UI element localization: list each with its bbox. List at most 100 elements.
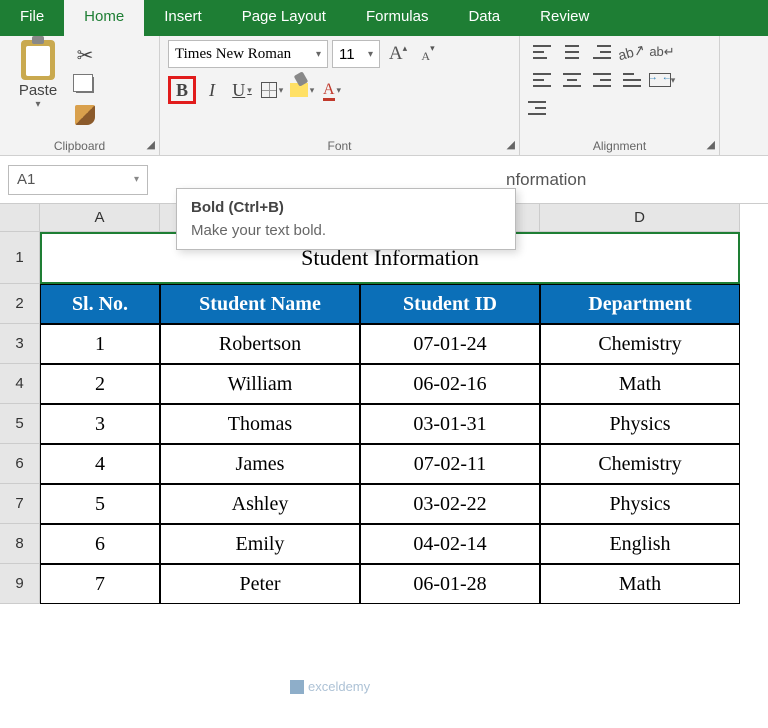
increase-font-button[interactable]: A▴	[384, 40, 412, 68]
header-name[interactable]: Student Name	[160, 284, 360, 324]
cell[interactable]: Peter	[160, 564, 360, 604]
cell[interactable]: 2	[40, 364, 160, 404]
font-name-dropdown[interactable]: Times New Roman▾	[168, 40, 328, 68]
spreadsheet-grid: 1 2 3 4 5 6 7 8 9 Student Information Sl…	[0, 232, 768, 604]
cell[interactable]: 07-01-24	[360, 324, 540, 364]
header-slno[interactable]: Sl. No.	[40, 284, 160, 324]
tab-formulas[interactable]: Formulas	[346, 0, 449, 36]
merge-center-button[interactable]: ▾	[648, 68, 676, 92]
name-box[interactable]: A1▾	[8, 165, 148, 195]
paste-button[interactable]: Paste ▾	[8, 40, 68, 110]
cell[interactable]: 07-02-11	[360, 444, 540, 484]
ribbon-body: Paste ▾ ✂ Clipboard ◢ Times New Roman▾ 1…	[0, 36, 768, 156]
cell[interactable]: Physics	[540, 404, 740, 444]
underline-button[interactable]: U▾	[228, 76, 256, 104]
header-dept[interactable]: Department	[540, 284, 740, 324]
merge-icon	[649, 73, 671, 87]
cell[interactable]: 5	[40, 484, 160, 524]
italic-button[interactable]: I	[198, 76, 226, 104]
row-header-3[interactable]: 3	[0, 324, 40, 364]
clipboard-icon	[21, 40, 55, 80]
cell[interactable]: 04-02-14	[360, 524, 540, 564]
font-color-button[interactable]: A▾	[318, 76, 346, 104]
cell[interactable]: Emily	[160, 524, 360, 564]
align-left-button[interactable]	[528, 68, 556, 92]
row-header-2[interactable]: 2	[0, 284, 40, 324]
group-label-font: Font	[168, 137, 511, 153]
header-id[interactable]: Student ID	[360, 284, 540, 324]
cell[interactable]: English	[540, 524, 740, 564]
align-bottom-button[interactable]	[588, 40, 616, 64]
cut-button[interactable]: ✂	[72, 44, 98, 66]
align-middle-button[interactable]	[558, 40, 586, 64]
tab-file[interactable]: File	[0, 0, 64, 36]
cell[interactable]: 06-02-16	[360, 364, 540, 404]
format-painter-button[interactable]	[72, 104, 98, 126]
select-all-corner[interactable]	[0, 204, 40, 232]
cell[interactable]: Robertson	[160, 324, 360, 364]
cell[interactable]: 03-02-22	[360, 484, 540, 524]
row-header-5[interactable]: 5	[0, 404, 40, 444]
row-header-1[interactable]: 1	[0, 232, 40, 284]
cell[interactable]: Thomas	[160, 404, 360, 444]
group-label-clipboard: Clipboard	[8, 137, 151, 153]
cell[interactable]: William	[160, 364, 360, 404]
cell[interactable]: 1	[40, 324, 160, 364]
cell[interactable]: Chemistry	[540, 444, 740, 484]
dialog-launcher-icon[interactable]: ◢	[507, 138, 515, 151]
formula-input[interactable]: nformation	[156, 170, 760, 190]
dialog-launcher-icon[interactable]: ◢	[147, 138, 155, 151]
cell[interactable]: 7	[40, 564, 160, 604]
fill-color-button[interactable]: ▾	[288, 76, 316, 104]
row-header-7[interactable]: 7	[0, 484, 40, 524]
cell[interactable]: 06-01-28	[360, 564, 540, 604]
cell[interactable]: James	[160, 444, 360, 484]
group-alignment: ab↗ ab↵ ▾ Alignment ◢	[520, 36, 720, 155]
cell[interactable]: 6	[40, 524, 160, 564]
bucket-icon	[290, 83, 308, 97]
align-top-button[interactable]	[528, 40, 556, 64]
decrease-font-button[interactable]: A▾	[414, 40, 442, 68]
tab-review[interactable]: Review	[520, 0, 609, 36]
copy-button[interactable]	[72, 74, 98, 96]
row-header-9[interactable]: 9	[0, 564, 40, 604]
wrap-text-button[interactable]: ab↵	[648, 40, 676, 64]
chevron-down-icon[interactable]: ▾	[35, 99, 40, 110]
table-row: 5Ashley03-02-22Physics	[40, 484, 740, 524]
align-center-button[interactable]	[558, 68, 586, 92]
tab-home[interactable]: Home	[64, 0, 144, 36]
group-clipboard: Paste ▾ ✂ Clipboard ◢	[0, 36, 160, 155]
increase-indent-button[interactable]	[528, 96, 546, 120]
scissors-icon: ✂	[77, 43, 94, 68]
cell[interactable]: Chemistry	[540, 324, 740, 364]
watermark: exceldemy	[290, 679, 370, 694]
row-header-6[interactable]: 6	[0, 444, 40, 484]
col-header-d[interactable]: D	[540, 204, 740, 232]
decrease-indent-button[interactable]	[618, 68, 646, 92]
tab-pagelayout[interactable]: Page Layout	[222, 0, 346, 36]
cell[interactable]: Ashley	[160, 484, 360, 524]
tab-insert[interactable]: Insert	[144, 0, 222, 36]
outdent-icon	[623, 73, 641, 87]
align-right-button[interactable]	[588, 68, 616, 92]
cell[interactable]: Physics	[540, 484, 740, 524]
row-header-8[interactable]: 8	[0, 524, 40, 564]
bold-button[interactable]: B	[168, 76, 196, 104]
cell[interactable]: Math	[540, 564, 740, 604]
borders-icon	[261, 82, 277, 98]
align-bottom-icon	[593, 45, 611, 59]
col-header-a[interactable]: A	[40, 204, 160, 232]
cell[interactable]: 03-01-31	[360, 404, 540, 444]
cell[interactable]: 3	[40, 404, 160, 444]
cell[interactable]: 4	[40, 444, 160, 484]
orientation-button[interactable]: ab↗	[618, 40, 646, 64]
row-header-4[interactable]: 4	[0, 364, 40, 404]
table-row: 7Peter06-01-28Math	[40, 564, 740, 604]
cell[interactable]: Math	[540, 364, 740, 404]
table-header-row: Sl. No. Student Name Student ID Departme…	[40, 284, 740, 324]
borders-button[interactable]: ▾	[258, 76, 286, 104]
dialog-launcher-icon[interactable]: ◢	[707, 138, 715, 151]
brush-icon	[75, 105, 95, 125]
font-size-dropdown[interactable]: 11▾	[332, 40, 380, 68]
tab-data[interactable]: Data	[448, 0, 520, 36]
